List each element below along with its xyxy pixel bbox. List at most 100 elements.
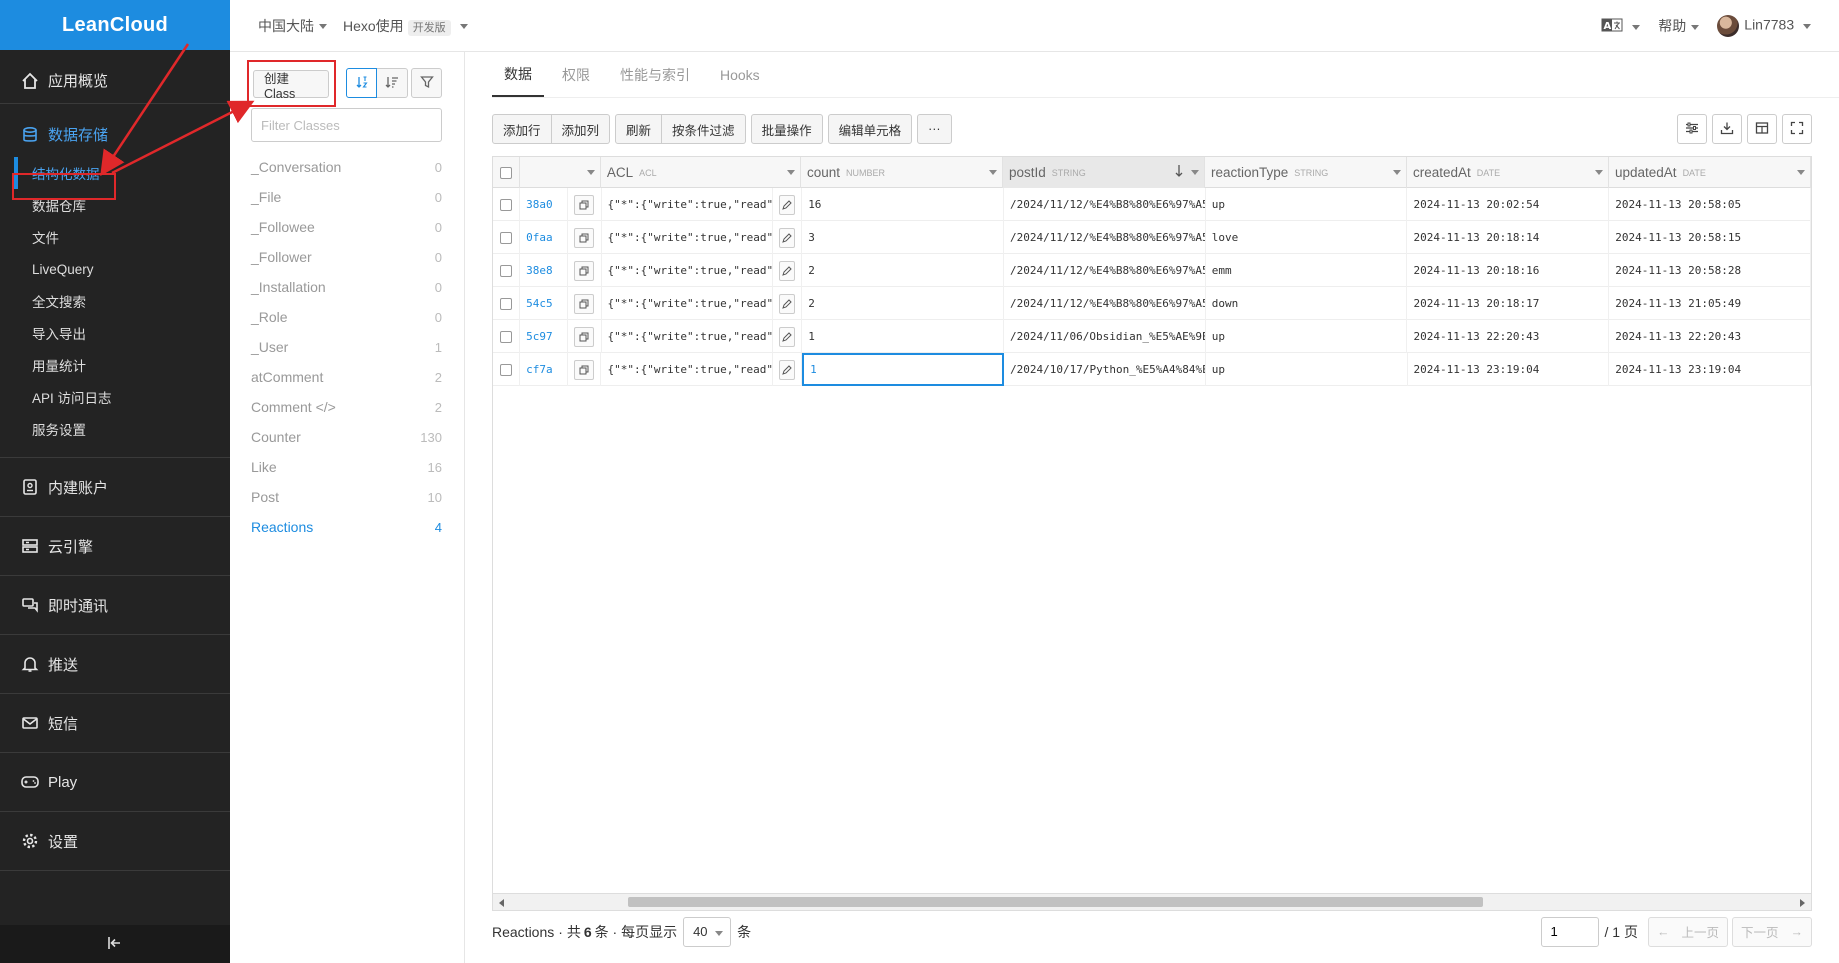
copy-icon[interactable]	[574, 359, 595, 380]
help-menu[interactable]: 帮助	[1658, 16, 1699, 36]
tab-performance-index[interactable]: 性能与索引	[608, 52, 702, 97]
class-item-installation[interactable]: _Installation 0	[251, 272, 442, 302]
count-cell[interactable]: 16	[802, 188, 1004, 221]
page-size-select[interactable]: 40	[683, 916, 732, 947]
column-header-acl[interactable]: ACL ACL	[601, 157, 801, 188]
nav-settings[interactable]: 设置	[0, 812, 230, 871]
nav-sms[interactable]: 短信	[0, 694, 230, 753]
acl-cell[interactable]: {"*":{"write":true,"read"…	[602, 254, 774, 287]
copy-icon[interactable]	[574, 194, 595, 215]
nav-push[interactable]: 推送	[0, 635, 230, 694]
more-button[interactable]: ···	[917, 114, 952, 144]
class-item-file[interactable]: _File 0	[251, 182, 442, 212]
acl-cell[interactable]: {"*":{"write":true,"read"…	[602, 320, 774, 353]
column-header-updatedat[interactable]: updatedAt DATE	[1609, 157, 1811, 188]
count-cell[interactable]: 2	[802, 254, 1004, 287]
object-id-link[interactable]: 38a0	[520, 188, 568, 221]
class-item-atcomment[interactable]: atComment 2	[251, 362, 442, 392]
tab-permissions[interactable]: 权限	[550, 52, 602, 97]
postid-cell[interactable]: /2024/11/12/%E4%B8%80%E6%97%A5%E	[1004, 254, 1206, 287]
app-selector[interactable]: Hexo使用 开发版	[343, 16, 468, 36]
nav-im[interactable]: 即时通讯	[0, 576, 230, 635]
updated-at-cell[interactable]: 2024-11-13 20:58:05	[1609, 188, 1811, 221]
created-at-cell[interactable]: 2024-11-13 20:02:54	[1407, 188, 1610, 221]
updated-at-cell[interactable]: 2024-11-13 20:58:28	[1609, 254, 1811, 287]
row-checkbox[interactable]	[500, 264, 513, 277]
class-item-follower[interactable]: _Follower 0	[251, 242, 442, 272]
count-cell-selected[interactable]: 1	[802, 353, 1005, 386]
acl-cell[interactable]: {"*":{"write":true,"read"…	[602, 287, 774, 320]
count-cell[interactable]: 1	[802, 320, 1004, 353]
sidebar-item-api-log[interactable]: API 访问日志	[0, 381, 230, 413]
class-item-like[interactable]: Like 16	[251, 452, 442, 482]
export-button[interactable]	[1712, 114, 1742, 144]
sidebar-item-files[interactable]: 文件	[0, 221, 230, 253]
class-item-followee[interactable]: _Followee 0	[251, 212, 442, 242]
filter-by-condition-button[interactable]: 按条件过滤	[662, 114, 746, 144]
edit-icon[interactable]	[779, 293, 796, 314]
reaction-type-cell[interactable]: up	[1206, 353, 1408, 386]
acl-cell[interactable]: {"*":{"write":true,"read"…	[602, 221, 774, 254]
scroll-left-icon[interactable]	[499, 899, 504, 907]
row-checkbox[interactable]	[500, 231, 513, 244]
class-item-user[interactable]: _User 1	[251, 332, 442, 362]
column-header-postid[interactable]: postId STRING	[1002, 157, 1205, 188]
table-view-button[interactable]	[1747, 114, 1777, 144]
column-header-reactiontype[interactable]: reactionType STRING	[1205, 157, 1407, 188]
next-page-button[interactable]: 下一页 →	[1731, 916, 1812, 947]
sort-by-count-button[interactable]	[377, 68, 408, 98]
acl-cell[interactable]: {"*":{"write":true,"read"…	[602, 188, 774, 221]
count-cell[interactable]: 3	[802, 221, 1004, 254]
created-at-cell[interactable]: 2024-11-13 22:20:43	[1407, 320, 1610, 353]
column-header-count[interactable]: count NUMBER	[801, 157, 1003, 188]
class-item-reactions[interactable]: Reactions 4	[251, 512, 442, 542]
region-selector[interactable]: 中国大陆	[258, 16, 327, 36]
scrollbar-thumb[interactable]	[628, 897, 1483, 907]
acl-cell[interactable]: {"*":{"write":true,"read"…	[601, 353, 774, 386]
reaction-type-cell[interactable]: love	[1206, 221, 1408, 254]
chevron-down-icon[interactable]	[1190, 170, 1199, 175]
create-class-button[interactable]: 创建 Class	[253, 70, 329, 101]
sidebar-item-usage[interactable]: 用量统计	[0, 349, 230, 381]
row-checkbox[interactable]	[500, 330, 513, 343]
row-checkbox[interactable]	[500, 297, 513, 310]
copy-icon[interactable]	[574, 227, 595, 248]
language-selector[interactable]: A	[1601, 18, 1640, 35]
class-item-comment[interactable]: Comment </> 2	[251, 392, 442, 422]
created-at-cell[interactable]: 2024-11-13 20:18:16	[1407, 254, 1610, 287]
nav-overview[interactable]: 应用概览	[0, 58, 230, 103]
column-settings-button[interactable]	[1677, 114, 1707, 144]
postid-cell[interactable]: /2024/11/12/%E4%B8%80%E6%97%A5%E	[1004, 188, 1206, 221]
reaction-type-cell[interactable]: up	[1206, 320, 1408, 353]
created-at-cell[interactable]: 2024-11-13 23:19:04	[1408, 353, 1610, 386]
class-item-role[interactable]: _Role 0	[251, 302, 442, 332]
count-cell[interactable]: 2	[802, 287, 1004, 320]
chevron-down-icon[interactable]	[1595, 170, 1603, 175]
sort-by-name-button[interactable]	[346, 68, 377, 98]
app-logo[interactable]: LeanCloud	[0, 0, 230, 50]
object-id-link[interactable]: 54c5	[520, 287, 568, 320]
edit-icon[interactable]	[779, 260, 796, 281]
row-checkbox[interactable]	[500, 198, 513, 211]
prev-page-button[interactable]: ← 上一页	[1647, 916, 1728, 947]
edit-cell-button[interactable]: 编辑单元格	[827, 114, 913, 144]
column-header-objectid[interactable]	[520, 157, 601, 188]
updated-at-cell[interactable]: 2024-11-13 23:19:04	[1609, 353, 1811, 386]
sidebar-item-livequery[interactable]: LiveQuery	[0, 253, 230, 285]
copy-icon[interactable]	[574, 293, 595, 314]
row-checkbox[interactable]	[500, 363, 513, 376]
select-all-checkbox[interactable]	[500, 166, 513, 179]
nav-play[interactable]: Play	[0, 753, 230, 812]
chevron-down-icon[interactable]	[988, 170, 997, 175]
refresh-button[interactable]: 刷新	[615, 114, 663, 144]
scroll-right-icon[interactable]	[1800, 899, 1805, 907]
sidebar-collapse-button[interactable]	[0, 925, 230, 963]
copy-icon[interactable]	[574, 326, 595, 347]
horizontal-scrollbar[interactable]	[493, 893, 1811, 910]
chevron-down-icon[interactable]	[786, 170, 795, 175]
reaction-type-cell[interactable]: emm	[1206, 254, 1408, 287]
edit-icon[interactable]	[779, 359, 796, 380]
column-header-createdat[interactable]: createdAt DATE	[1407, 157, 1609, 188]
class-item-post[interactable]: Post 10	[251, 482, 442, 512]
reaction-type-cell[interactable]: down	[1206, 287, 1408, 320]
